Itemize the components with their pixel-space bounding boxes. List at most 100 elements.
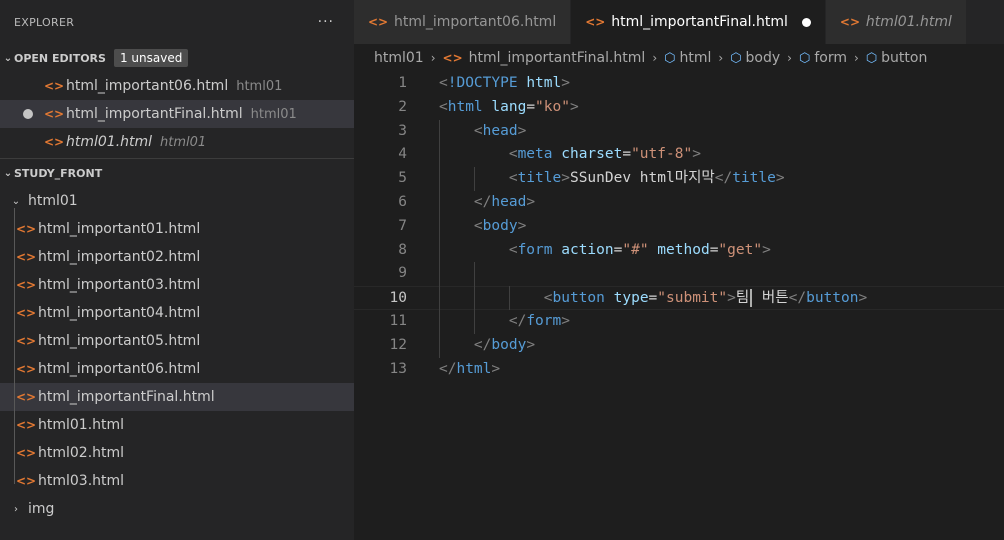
breadcrumb-item[interactable]: ⬡ body — [730, 50, 780, 66]
code-line[interactable]: 1 <!DOCTYPE html> — [354, 72, 1004, 96]
chevron-right-icon: › — [652, 51, 658, 65]
line-code: <meta charset="utf-8"> — [439, 143, 701, 167]
open-editors-header[interactable]: ⌄ OPEN EDITORS 1 unsaved — [0, 44, 354, 72]
code-token: body — [482, 217, 518, 234]
open-editor-item[interactable]: <> html_importantFinal.html html01 — [0, 100, 354, 128]
breadcrumb-item[interactable]: ⬡ html — [664, 50, 711, 66]
file-tree-item[interactable]: <> html01.html — [0, 411, 354, 439]
code-line[interactable]: 5 <title>SSunDev html마지막</title> — [354, 167, 1004, 191]
chevron-right-icon: › — [718, 51, 724, 65]
line-number: 7 — [398, 217, 407, 234]
code-token: < — [508, 170, 518, 187]
code-token: < — [543, 290, 553, 307]
code-token: > — [517, 122, 527, 139]
html-file-icon: <> — [16, 278, 37, 292]
html-file-icon: <> — [16, 222, 37, 236]
open-editor-item[interactable]: <> html01.html html01 — [0, 128, 354, 156]
file-tree-item[interactable]: <> html02.html — [0, 439, 354, 467]
workspace-label: STUDY_FRONT — [14, 166, 103, 180]
code-line[interactable]: 2 <html lang="ko"> — [354, 96, 1004, 120]
more-actions-icon[interactable]: ··· — [318, 14, 334, 30]
code-line[interactable]: 6 </head> — [354, 191, 1004, 215]
file-tree-item[interactable]: <> html_important03.html — [0, 271, 354, 299]
explorer-header: EXPLORER ··· — [0, 0, 354, 44]
file-tree-item[interactable]: <> html_important06.html — [0, 355, 354, 383]
code-token: > — [561, 75, 570, 91]
file-tree: <> html_important01.html <> html_important0… — [0, 215, 354, 495]
editor-tab[interactable]: <> html_importantFinal.html — [570, 0, 825, 44]
code-token: = — [622, 146, 632, 163]
code-token: 버튼 — [753, 290, 789, 307]
code-token: form — [526, 313, 562, 329]
unsaved-badge: 1 unsaved — [113, 49, 189, 67]
open-editor-item[interactable]: <> html_important06.html html01 — [0, 72, 354, 100]
html-file-icon: <> — [44, 135, 65, 149]
code-token: < — [439, 75, 448, 91]
code-line[interactable]: 8 <form action="#" method="get"> — [354, 239, 1004, 263]
code-token: "submit" — [657, 290, 728, 307]
file-tree-item[interactable]: <> html_important02.html — [0, 243, 354, 271]
code-editor[interactable]: 1 <!DOCTYPE html> 2 <html lang="ko"> 3 <head… — [354, 72, 1004, 540]
line-number: 6 — [398, 194, 407, 210]
folder-img[interactable]: › img — [0, 495, 354, 523]
editor-tab[interactable]: <> html01.html — [824, 0, 966, 44]
editor-tab[interactable]: <> html_important06.html — [354, 0, 571, 44]
line-code: <head> — [439, 120, 526, 144]
code-token: "ko" — [535, 98, 570, 115]
code-token: > — [526, 336, 536, 353]
html-file-icon: <> — [16, 334, 37, 348]
line-code: <form action="#" method="get"> — [439, 239, 771, 263]
code-line[interactable]: 13 </html> — [354, 358, 1004, 382]
code-token: > — [517, 217, 527, 234]
tab-label: html_importantFinal.html — [611, 14, 788, 30]
code-line[interactable]: 10 <button type="submit">팀 버튼</button> — [354, 286, 1004, 310]
breadcrumb-item[interactable]: html01 — [374, 50, 424, 66]
unsaved-dot-icon[interactable] — [23, 109, 33, 119]
code-token: "#" — [622, 241, 649, 258]
code-token: type — [613, 290, 649, 307]
file-name: html02.html — [38, 445, 125, 461]
open-editors-label: OPEN EDITORS — [14, 51, 106, 65]
line-code: <html lang="ko"> — [439, 96, 579, 120]
symbol-cube-icon: ⬡ — [664, 51, 676, 66]
code-token: </ — [714, 170, 733, 187]
code-line[interactable]: 11 </form> — [354, 310, 1004, 334]
workspace-header[interactable]: ⌄ STUDY_FRONT — [0, 159, 354, 187]
code-token: > — [561, 170, 570, 187]
folder-html01[interactable]: ⌄ html01 — [0, 187, 354, 215]
tab-label: html01.html — [865, 14, 952, 30]
code-token: body — [491, 336, 527, 353]
file-tree-item[interactable]: <> html03.html — [0, 467, 354, 495]
explorer-title: EXPLORER — [14, 15, 75, 29]
code-token: > — [692, 146, 701, 163]
file-tree-item[interactable]: <> html_important04.html — [0, 299, 354, 327]
code-line[interactable]: 7 <body> — [354, 215, 1004, 239]
file-tree-item[interactable]: <> html_important01.html — [0, 215, 354, 243]
code-line[interactable]: 4 <meta charset="utf-8"> — [354, 143, 1004, 167]
breadcrumb-item[interactable]: <> html_importantFinal.html — [443, 50, 646, 66]
html-file-icon: <> — [44, 107, 65, 121]
html-file-icon: <> — [44, 79, 65, 93]
code-line[interactable]: 9 — [354, 262, 1004, 286]
code-token: html — [456, 360, 492, 377]
html-file-icon: <> — [368, 15, 389, 29]
file-name: html01.html — [38, 417, 125, 433]
code-token: </ — [473, 336, 492, 353]
code-line[interactable]: 12 </body> — [354, 334, 1004, 358]
indent-guide — [439, 119, 440, 358]
file-tree-item[interactable]: <> html_important05.html — [0, 327, 354, 355]
file-tree-item[interactable]: <> html_importantFinal.html — [0, 383, 354, 411]
open-editors-list: <> html_important06.html html01 <> html_impo… — [0, 72, 354, 156]
open-editor-name: html_important06.html — [66, 78, 229, 94]
line-code: </form> — [439, 310, 570, 334]
unsaved-dot-icon[interactable] — [801, 17, 811, 27]
breadcrumb-item[interactable]: ⬡ button — [866, 50, 928, 66]
breadcrumb-item[interactable]: ⬡ form — [799, 50, 847, 66]
chevron-right-icon: › — [14, 503, 18, 515]
code-line[interactable]: 3 <head> — [354, 120, 1004, 144]
open-editor-name: html01.html — [66, 134, 153, 150]
code-token: button — [552, 290, 605, 307]
html-file-icon: <> — [16, 390, 37, 404]
code-token: > — [569, 98, 579, 115]
